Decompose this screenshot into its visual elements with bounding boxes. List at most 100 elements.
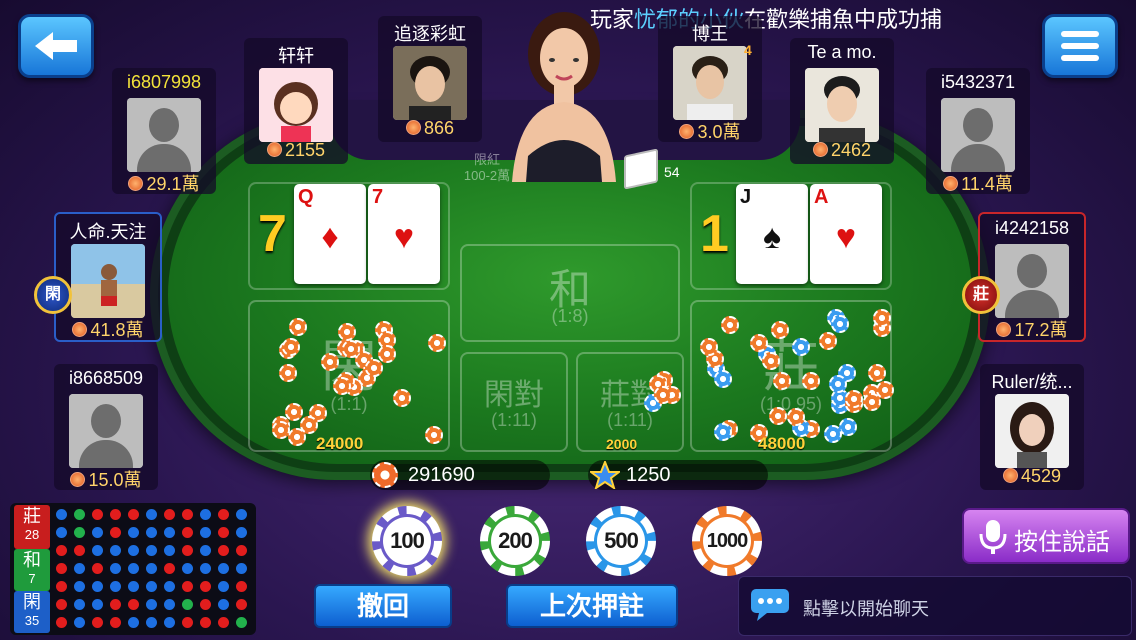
chip-100-button[interactable]: 100 <box>372 506 442 576</box>
banker-bet-amount: 48000 <box>758 434 806 453</box>
banker-card-2: A ♥ <box>810 184 882 284</box>
player-tally-count: 35 <box>24 613 40 628</box>
player-money: 2155 <box>284 140 326 160</box>
player-tally-label: 閑 <box>23 592 41 612</box>
player-seat-9[interactable]: i8668509 15.0萬 <box>54 364 158 490</box>
player-name: i5432371 <box>940 72 1016 92</box>
player-seat-2[interactable]: 轩轩 2155 <box>244 38 348 164</box>
player-name: i4242158 <box>994 218 1070 238</box>
back-button[interactable] <box>18 14 94 78</box>
placed-chip <box>713 369 732 388</box>
player-money: 2462 <box>830 140 872 160</box>
road-dot <box>218 599 229 610</box>
undo-button[interactable]: 撤回 <box>314 584 452 628</box>
road-dot <box>92 581 103 592</box>
road-dot <box>128 581 139 592</box>
road-dot <box>74 599 85 610</box>
road-dot <box>164 545 175 556</box>
chip-200-button[interactable]: 200 <box>480 506 550 576</box>
bet-tie[interactable]: 和 (1:8) <box>460 244 680 342</box>
placed-chip <box>750 333 769 352</box>
player-name: Ruler/统... <box>991 372 1073 392</box>
road-dot <box>110 527 121 538</box>
player-card-2: 7 ♥ <box>368 184 440 284</box>
player-seat-3[interactable]: 追逐彩虹 866 <box>378 16 482 142</box>
banker-tally-count: 28 <box>24 527 40 542</box>
road-dot <box>56 509 67 520</box>
player-money: 3.0萬 <box>697 122 741 142</box>
player-seat-4[interactable]: 博王 4 3.0萬 <box>658 16 762 142</box>
coin-icon <box>128 176 144 191</box>
player-money: 17.2萬 <box>1014 320 1068 340</box>
avatar <box>995 244 1069 318</box>
card-rank: Q <box>298 186 314 208</box>
repeat-bet-button[interactable]: 上次押註 <box>506 584 678 628</box>
road-dot <box>128 527 139 538</box>
player-card-1: Q ♦ <box>294 184 366 284</box>
road-dot <box>92 563 103 574</box>
player-money: 15.0萬 <box>88 470 142 490</box>
chat-placeholder: 點擊以開始聊天 <box>803 599 929 619</box>
road-dot <box>92 527 103 538</box>
menu-button[interactable] <box>1042 14 1118 78</box>
road-dot <box>92 599 103 610</box>
player-seat-5[interactable]: Te a mo. 2462 <box>790 38 894 164</box>
avatar <box>995 394 1069 468</box>
placed-chip <box>786 408 805 427</box>
chip-500-button[interactable]: 500 <box>586 506 656 576</box>
road-dot <box>74 545 85 556</box>
road-dot <box>236 509 247 520</box>
voice-button[interactable]: 按住說話 <box>962 508 1130 564</box>
player-seat-8[interactable]: i4242158 17.2萬 <box>978 212 1086 342</box>
avatar <box>71 244 145 318</box>
road-dot <box>182 617 193 628</box>
player-seat-1[interactable]: i6807998 29.1萬 <box>112 68 216 194</box>
coin-balance: 291690 <box>370 460 550 490</box>
tie-tally-label: 和 <box>23 550 41 570</box>
bet-player-pair[interactable]: 閑對 (1:11) <box>460 352 568 452</box>
star-amount: 1250 <box>626 464 671 486</box>
player-name: 追逐彩虹 <box>394 24 466 44</box>
road-dot <box>110 545 121 556</box>
notice-suffix: 在歡樂捕魚中成功捕 <box>744 7 943 32</box>
road-dot <box>164 527 175 538</box>
road-dot <box>236 617 247 628</box>
road-dot <box>110 509 121 520</box>
chip-value: 200 <box>491 517 539 565</box>
avatar <box>673 46 747 120</box>
road-dot <box>200 599 211 610</box>
player-seat-10[interactable]: Ruler/统... 4529 <box>980 364 1084 490</box>
road-dot <box>56 527 67 538</box>
coin-amount: 291690 <box>408 464 475 486</box>
level-badge: 4 <box>744 42 752 58</box>
road-dot <box>218 545 229 556</box>
road-dot <box>200 617 211 628</box>
coin-icon <box>943 176 959 191</box>
card-suit: ♥ <box>393 218 415 256</box>
road-dot <box>218 581 229 592</box>
player-seat-7[interactable]: 人命.天注 41.8萬 <box>54 212 162 342</box>
road-dot <box>56 545 67 556</box>
voice-label: 按住說話 <box>1014 529 1110 556</box>
road-dot <box>74 563 85 574</box>
placed-chip <box>830 314 849 333</box>
chip-1000-button[interactable]: 1000 <box>692 506 762 576</box>
placed-chip <box>332 376 351 395</box>
placed-chip <box>818 331 837 350</box>
road-map: 莊 28 和 7 閑 35 <box>10 503 256 635</box>
placed-chip <box>792 337 811 356</box>
road-dot <box>110 563 121 574</box>
road-dot <box>182 527 193 538</box>
player-name: i6807998 <box>126 72 202 92</box>
chat-input[interactable]: 點擊以開始聊天 <box>738 576 1132 636</box>
avatar <box>69 394 143 468</box>
player-bet-odds: (1:1) <box>330 394 368 414</box>
limit-label: 限紅 <box>473 152 500 167</box>
road-dot <box>236 563 247 574</box>
card-suit: ♥ <box>835 218 857 256</box>
card-rank: J <box>740 186 752 208</box>
player-seat-6[interactable]: i5432371 11.4萬 <box>926 68 1030 194</box>
banker-tally-label: 莊 <box>23 506 41 526</box>
limit-range: 100-2萬 <box>463 168 511 183</box>
road-dot <box>200 545 211 556</box>
